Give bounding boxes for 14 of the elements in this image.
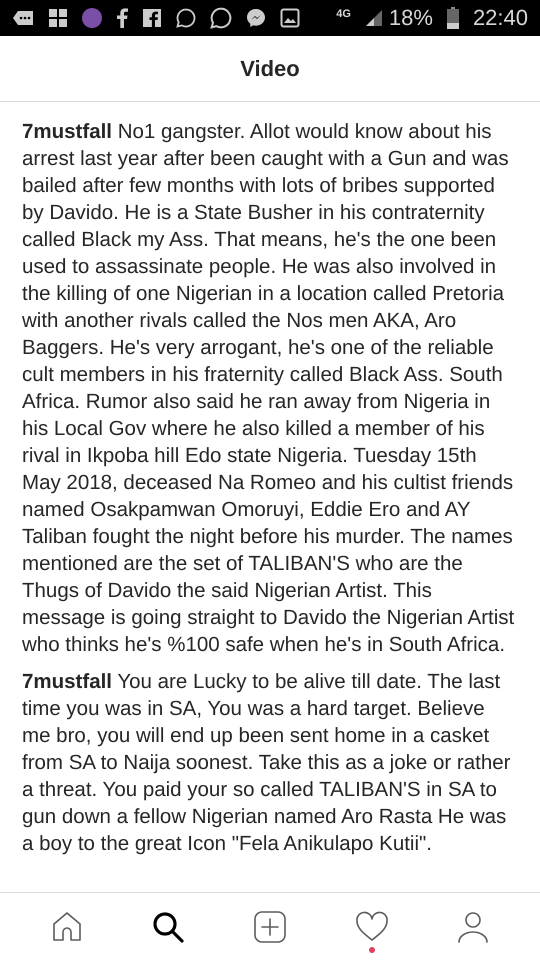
signal-icon — [364, 9, 383, 27]
comment-text: 7mustfall No1 gangster. Allot would know about his arrest last year after been caught with a Gun and was bailed after few months with lots of bribes supported by Davido. He is a State Busher in his contraternity called Black my Ass. That means, he's the one been used to assassinate people. He was also involved in the killing of one Nigerian in a location called Pretoria with another rivals called the Nos men AKA, Aro Baggers. He's very arrogant, he's one of the reliable cult members in his fraternity called Black Ass. South Africa. Rumor also said he ran away from Nigeria in his Local Gov where he also killed a member of his rival in Ikpoba hill Edo state Nigeria. Tuesday 15th May 2018, deceased Na Romeo and his cultist friends named Osakpamwan Omoruyi, Eddie Ero and AY Taliban fought the night before his murder. The names mentioned are the set of TALIBAN'S who are the Thugs of Davido the said Nigerian Artist. This message is going straight to Davido the Nigerian Artist who thinks he's %100 safe when he's in South Africa. — [22, 119, 516, 658]
battery-level: 18% — [388, 7, 433, 29]
messenger-icon — [246, 8, 266, 28]
page-title: Video — [240, 55, 300, 83]
grid-icon — [48, 8, 68, 28]
comment-text: 7mustfall You are Lucky to be alive till date. The last time you was in SA, You was a hard target. Believe me bro, you will end up been sent home in a casket from SA to Naija soonest. Take this as a joke or rather a threat. You paid your so called TALIBAN'S in SA to gun down a fellow Nigerian named Aro Rasta He was a boy to the great Icon "Fela Anikulapo Kutii". — [22, 669, 512, 857]
network-type: 4G — [336, 8, 351, 20]
facebook-icon — [116, 8, 128, 28]
battery-icon — [446, 7, 459, 29]
tag-icon — [12, 10, 34, 26]
clock: 22:40 — [472, 7, 528, 29]
image-icon — [280, 8, 300, 28]
facebook-icon — [142, 8, 162, 28]
